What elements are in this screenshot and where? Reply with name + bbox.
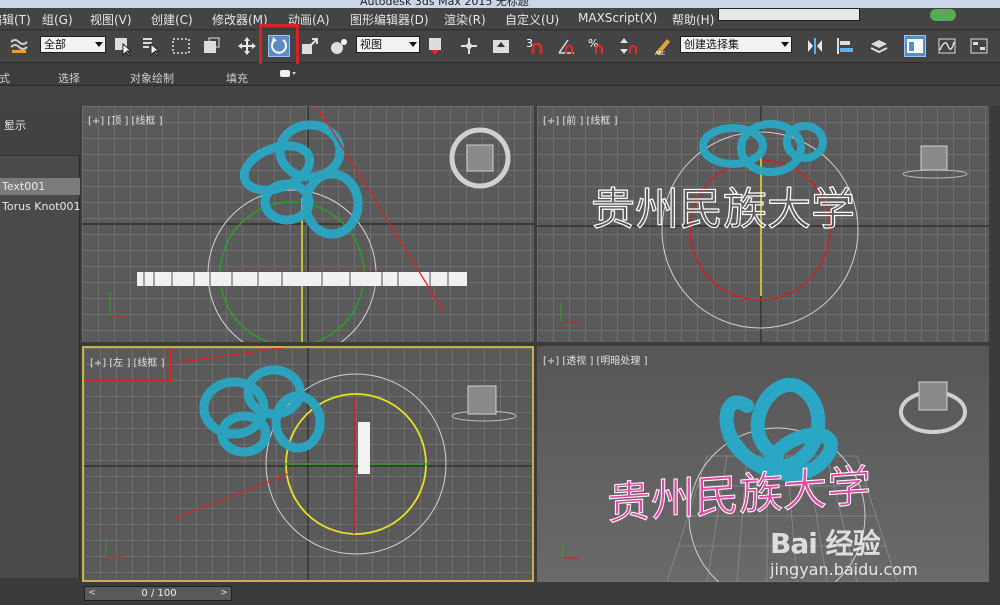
scene-explorer-header: 显示 » xyxy=(0,106,80,156)
named-selection-set-dropdown[interactable]: 创建选择集 xyxy=(680,36,792,53)
main-toolbar: 全部 视图 3 % ABC 创建选择集 xyxy=(0,31,1000,63)
left-label-highlight-box xyxy=(84,348,172,382)
chevron-down-icon xyxy=(95,42,103,47)
time-slider-frame: 0 / 100 xyxy=(141,588,177,599)
text-object-front-view: 贵州民族大学 xyxy=(591,184,855,235)
menu-customize[interactable]: 自定义(U) xyxy=(505,11,559,28)
keyboard-shortcut-override-icon[interactable] xyxy=(490,35,512,57)
status-left-strip xyxy=(0,578,80,605)
scale-icon[interactable] xyxy=(299,35,321,57)
ribbon-tabs: 样式 选择 对象绘制 填充 xyxy=(0,64,1000,86)
menu-rendering[interactable]: 渲染(R) xyxy=(444,11,486,28)
app-window: Autodesk 3ds Max 2015 无标题 编辑(T) 组(G) 视图(… xyxy=(0,0,1000,605)
menu-maxscript[interactable]: MAXScript(X) xyxy=(578,11,657,25)
menu-group[interactable]: 组(G) xyxy=(42,11,73,28)
window-title: Autodesk 3ds Max 2015 无标题 xyxy=(360,0,529,8)
edit-named-selection-icon[interactable]: ABC xyxy=(652,35,674,57)
ribbon-options-icon[interactable] xyxy=(280,68,298,83)
link-icon[interactable] xyxy=(8,35,30,57)
search-input[interactable] xyxy=(718,8,860,21)
axis-tripod-icon xyxy=(560,302,579,323)
percent-snap-icon[interactable]: % xyxy=(586,35,608,57)
layer-explorer-icon[interactable] xyxy=(868,35,890,57)
ribbon-tab-object-paint[interactable]: 对象绘制 xyxy=(130,70,174,86)
viewport-left[interactable]: [+] [左 ] [线框 ] xyxy=(82,346,534,582)
help-icon[interactable] xyxy=(930,9,956,21)
named-selection-set-value: 创建选择集 xyxy=(684,38,739,51)
ribbon-panel xyxy=(0,86,1000,106)
viewport-top-label[interactable]: [+] [顶 ] [线框 ] xyxy=(88,112,163,127)
scene-explorer-item-text001[interactable]: Text001 xyxy=(0,178,80,195)
selection-filter-value: 全部 xyxy=(44,38,66,51)
ribbon-tab-selection[interactable]: 选择 xyxy=(58,70,80,86)
svg-text:ABC: ABC xyxy=(655,51,666,56)
axis-tripod-icon xyxy=(109,292,128,317)
curve-editor-icon[interactable] xyxy=(936,35,958,57)
viewport-perspective-label[interactable]: [+] [透视 ] [明暗处理 ] xyxy=(543,352,648,367)
axis-tripod-icon xyxy=(105,538,124,557)
chevron-down-icon xyxy=(781,42,789,47)
text-object-perspective-view: 贵州民族大学 xyxy=(607,461,871,530)
spinner-snap-icon[interactable] xyxy=(617,35,639,57)
select-by-name-icon[interactable] xyxy=(140,35,162,57)
command-panel-edge xyxy=(991,106,1000,583)
time-slider[interactable]: < 0 / 100 > xyxy=(84,586,232,601)
viewcube-left[interactable] xyxy=(451,385,517,422)
viewcube-perspective[interactable] xyxy=(899,381,967,434)
chevron-right-icon[interactable]: > xyxy=(217,587,231,600)
viewport-top-scene xyxy=(82,106,534,342)
chevron-left-icon[interactable]: < xyxy=(85,587,99,600)
viewport-front[interactable]: 贵州民族大学 [+] [前 ] [线框 ] xyxy=(537,106,989,342)
scene-explorer: 显示 » Text001 Torus Knot001 xyxy=(0,106,80,578)
move-icon[interactable] xyxy=(236,35,258,57)
menu-help[interactable]: 帮助(H) xyxy=(672,11,714,28)
place-icon[interactable] xyxy=(328,35,350,57)
menu-graph-editors[interactable]: 图形编辑器(D) xyxy=(350,11,429,28)
viewport-front-label[interactable]: [+] [前 ] [线框 ] xyxy=(543,112,618,127)
ribbon-tab-populate[interactable]: 填充 xyxy=(226,70,248,86)
reference-coord-dropdown[interactable]: 视图 xyxy=(356,36,420,53)
mirror-icon[interactable] xyxy=(804,35,826,57)
chevron-double-right-icon[interactable]: » xyxy=(4,117,76,130)
viewport-perspective[interactable]: 贵州民族大学 [+] [透视 ] [明暗处理 ] xyxy=(537,346,989,582)
snap-3d-icon[interactable]: 3 xyxy=(524,35,546,57)
viewport-front-scene: 贵州民族大学 xyxy=(537,106,989,342)
viewport-left-scene xyxy=(84,348,532,580)
rect-selection-region-icon[interactable] xyxy=(170,35,192,57)
select-object-icon[interactable] xyxy=(112,35,134,57)
align-icon[interactable] xyxy=(834,35,856,57)
text-object-top-view xyxy=(137,272,467,286)
selection-filter-dropdown[interactable]: 全部 xyxy=(40,36,106,53)
schematic-view-icon[interactable] xyxy=(968,35,990,57)
menu-create[interactable]: 创建(C) xyxy=(151,11,193,28)
time-slider-bar: < 0 / 100 > xyxy=(80,583,1000,605)
menu-edit[interactable]: 编辑(T) xyxy=(0,11,31,28)
scene-explorer-toggle-icon[interactable] xyxy=(904,35,926,57)
ribbon-tab-style[interactable]: 样式 xyxy=(0,70,10,86)
axis-tripod-icon xyxy=(562,540,579,559)
scene-explorer-item-torus-knot001[interactable]: Torus Knot001 xyxy=(0,198,80,215)
angle-snap-icon[interactable] xyxy=(555,35,577,57)
viewcube-front[interactable] xyxy=(902,145,968,179)
viewport-top[interactable]: [+] [顶 ] [线框 ] xyxy=(82,106,534,342)
viewport-perspective-scene: 贵州民族大学 xyxy=(562,377,967,582)
window-crossing-icon[interactable] xyxy=(200,35,222,57)
viewcube-top[interactable] xyxy=(449,127,511,189)
select-manipulate-icon[interactable] xyxy=(458,35,480,57)
chevron-down-icon xyxy=(409,42,417,47)
pivot-center-icon[interactable] xyxy=(424,35,446,57)
menu-views[interactable]: 视图(V) xyxy=(90,11,132,28)
rotate-highlight-box xyxy=(259,24,299,69)
title-bar: Autodesk 3ds Max 2015 无标题 xyxy=(0,0,1000,8)
reference-coord-value: 视图 xyxy=(360,38,382,51)
